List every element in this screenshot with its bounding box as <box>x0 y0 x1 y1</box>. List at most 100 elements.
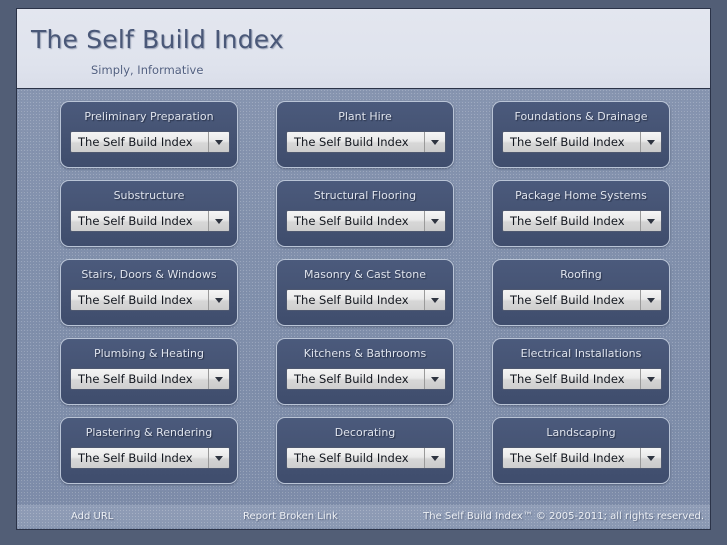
category-panel: Roofing The Self Build Index <box>492 259 670 326</box>
category-panel: Landscaping The Self Build Index <box>492 417 670 484</box>
caret-glyph <box>647 455 655 461</box>
category-select[interactable]: The Self Build Index <box>70 368 230 390</box>
caret-glyph <box>647 376 655 382</box>
category-select[interactable]: The Self Build Index <box>286 447 446 469</box>
chevron-down-icon[interactable] <box>208 211 229 231</box>
caret-glyph <box>431 139 439 145</box>
category-select-value: The Self Build Index <box>510 293 625 307</box>
category-select-value: The Self Build Index <box>78 214 193 228</box>
category-select-value: The Self Build Index <box>78 135 193 149</box>
caret-glyph <box>647 139 655 145</box>
site-header: The Self Build Index Simply, Informative <box>17 9 710 89</box>
category-panel: Electrical Installations The Self Build I… <box>492 338 670 405</box>
caret-glyph <box>215 297 223 303</box>
content-frame: The Self Build Index Simply, Informative… <box>16 8 711 530</box>
category-select-value: The Self Build Index <box>294 372 409 386</box>
footer-copyright: The Self Build Index™ © 2005-2011; all r… <box>423 511 704 522</box>
category-select[interactable]: The Self Build Index <box>502 368 662 390</box>
category-select[interactable]: The Self Build Index <box>502 131 662 153</box>
category-select-value: The Self Build Index <box>294 293 409 307</box>
category-panel: Kitchens & Bathrooms The Self Build Index <box>276 338 454 405</box>
category-panel-title: Decorating <box>334 426 396 439</box>
category-select-value: The Self Build Index <box>510 451 625 465</box>
category-select-value: The Self Build Index <box>78 372 193 386</box>
category-panel-title: Package Home Systems <box>515 189 647 202</box>
category-panel-title: Plastering & Rendering <box>85 426 213 439</box>
caret-glyph <box>215 376 223 382</box>
category-select[interactable]: The Self Build Index <box>502 210 662 232</box>
category-panel-title: Electrical Installations <box>520 347 642 360</box>
category-select[interactable]: The Self Build Index <box>70 447 230 469</box>
category-select-value: The Self Build Index <box>294 135 409 149</box>
caret-glyph <box>215 455 223 461</box>
site-tagline: Simply, Informative <box>91 63 204 77</box>
category-select[interactable]: The Self Build Index <box>70 210 230 232</box>
category-panel: Decorating The Self Build Index <box>276 417 454 484</box>
category-select[interactable]: The Self Build Index <box>70 131 230 153</box>
category-select-value: The Self Build Index <box>294 214 409 228</box>
category-select[interactable]: The Self Build Index <box>286 368 446 390</box>
chevron-down-icon[interactable] <box>640 132 661 152</box>
category-panel-title: Roofing <box>560 268 602 281</box>
category-select-value: The Self Build Index <box>510 135 625 149</box>
page-root: The Self Build Index Simply, Informative… <box>0 0 727 545</box>
category-select[interactable]: The Self Build Index <box>502 289 662 311</box>
category-select[interactable]: The Self Build Index <box>502 447 662 469</box>
category-select[interactable]: The Self Build Index <box>286 131 446 153</box>
category-panel-title: Landscaping <box>546 426 616 439</box>
category-panel-title: Foundations & Drainage <box>514 110 648 123</box>
chevron-down-icon[interactable] <box>424 211 445 231</box>
category-panel: Package Home Systems The Self Build Index <box>492 180 670 247</box>
caret-glyph <box>215 139 223 145</box>
category-panel-title: Preliminary Preparation <box>84 110 214 123</box>
category-panel-title: Structural Flooring <box>313 189 417 202</box>
caret-glyph <box>647 297 655 303</box>
caret-glyph <box>431 376 439 382</box>
chevron-down-icon[interactable] <box>208 448 229 468</box>
caret-glyph <box>215 218 223 224</box>
caret-glyph <box>431 455 439 461</box>
category-panel-title: Plumbing & Heating <box>93 347 205 360</box>
main-content: Preliminary Preparation The Self Build In… <box>17 89 710 529</box>
chevron-down-icon[interactable] <box>424 448 445 468</box>
chevron-down-icon[interactable] <box>208 369 229 389</box>
category-select-value: The Self Build Index <box>510 214 625 228</box>
chevron-down-icon[interactable] <box>424 132 445 152</box>
category-panel: Foundations & Drainage The Self Build Ind… <box>492 101 670 168</box>
category-panel: Stairs, Doors & Windows The Self Build In… <box>60 259 238 326</box>
category-panel: Plant Hire The Self Build Index <box>276 101 454 168</box>
footer-link-report-broken-link[interactable]: Report Broken Link <box>243 511 338 522</box>
category-panel: Structural Flooring The Self Build Index <box>276 180 454 247</box>
chevron-down-icon[interactable] <box>424 369 445 389</box>
caret-glyph <box>431 218 439 224</box>
chevron-down-icon[interactable] <box>640 369 661 389</box>
category-panel: Substructure The Self Build Index <box>60 180 238 247</box>
category-panel-title: Masonry & Cast Stone <box>304 268 426 281</box>
category-panel: Plumbing & Heating The Self Build Index <box>60 338 238 405</box>
chevron-down-icon[interactable] <box>208 132 229 152</box>
category-select-value: The Self Build Index <box>78 451 193 465</box>
category-panel-grid: Preliminary Preparation The Self Build In… <box>60 101 670 484</box>
category-select-value: The Self Build Index <box>510 372 625 386</box>
page-title: The Self Build Index <box>31 25 284 54</box>
chevron-down-icon[interactable] <box>208 290 229 310</box>
category-select[interactable]: The Self Build Index <box>286 289 446 311</box>
category-panel-title: Substructure <box>113 189 185 202</box>
chevron-down-icon[interactable] <box>640 211 661 231</box>
category-panel-title: Stairs, Doors & Windows <box>81 268 217 281</box>
footer-link-add-url[interactable]: Add URL <box>71 511 113 522</box>
category-panel-title: Plant Hire <box>338 110 392 123</box>
category-select[interactable]: The Self Build Index <box>70 289 230 311</box>
category-panel: Preliminary Preparation The Self Build In… <box>60 101 238 168</box>
category-select-value: The Self Build Index <box>78 293 193 307</box>
category-select-value: The Self Build Index <box>294 451 409 465</box>
category-panel-title: Kitchens & Bathrooms <box>303 347 427 360</box>
chevron-down-icon[interactable] <box>640 290 661 310</box>
category-select[interactable]: The Self Build Index <box>286 210 446 232</box>
category-panel: Masonry & Cast Stone The Self Build Index <box>276 259 454 326</box>
chevron-down-icon[interactable] <box>640 448 661 468</box>
site-footer: Add URL Report Broken Link The Self Buil… <box>17 505 710 528</box>
caret-glyph <box>647 218 655 224</box>
category-panel: Plastering & Rendering The Self Build Ind… <box>60 417 238 484</box>
chevron-down-icon[interactable] <box>424 290 445 310</box>
